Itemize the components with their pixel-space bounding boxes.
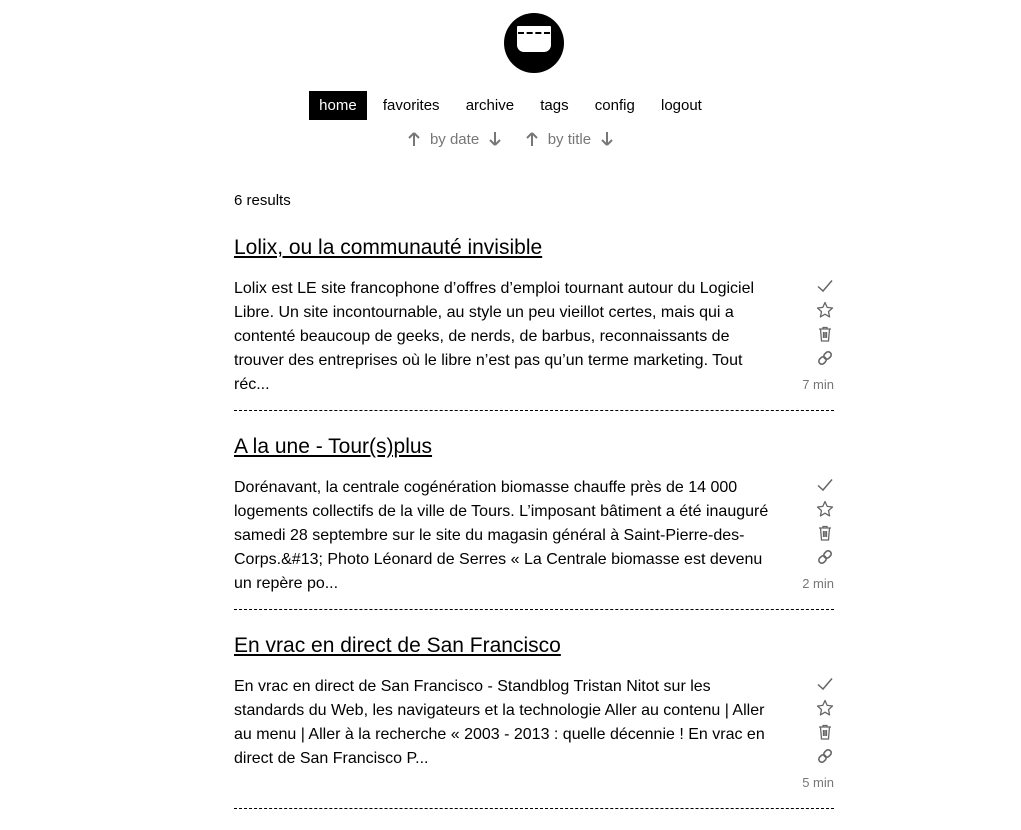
entry: Lolix, ou la communauté invisible Lolix … [234,233,834,432]
results-count: 6 results [234,192,291,209]
entry-title[interactable]: A la une - Tour(s)plus [234,432,834,460]
nav-logout[interactable]: logout [651,91,712,120]
entry-divider [234,808,834,809]
sort-by-date: by date [406,131,504,148]
entry-actions [812,675,834,771]
entry-title[interactable]: Lolix, ou la communauté invisible [234,233,834,261]
entry-actions [812,277,834,373]
entry-list: Lolix, ou la communauté invisible Lolix … [234,233,834,830]
reading-time: 2 min [802,576,834,591]
entry-title[interactable]: En vrac en direct de San Francisco [234,631,834,659]
logo-pocket-shape [517,26,551,52]
link-icon[interactable] [816,747,834,765]
pocket-logo-icon[interactable] [504,13,564,73]
check-icon[interactable] [816,675,834,693]
entry-divider [234,609,834,610]
star-icon[interactable] [816,301,834,319]
arrow-down-icon[interactable] [599,131,615,147]
nav-favorites[interactable]: favorites [373,91,450,120]
main-nav: home favorites archive tags config logou… [0,91,1021,120]
entry-excerpt: En vrac en direct de San Francisco - Sta… [234,678,765,767]
entry-divider [234,410,834,411]
entry: A la une - Tour(s)plus Dorénavant, la ce… [234,432,834,631]
nav-config[interactable]: config [585,91,645,120]
star-icon[interactable] [816,500,834,518]
entry-actions [812,476,834,572]
logo-dash-line [518,32,550,34]
trash-icon[interactable] [816,723,834,741]
arrow-up-icon[interactable] [524,131,540,147]
check-icon[interactable] [816,476,834,494]
nav-tags[interactable]: tags [530,91,578,120]
link-icon[interactable] [816,548,834,566]
arrow-down-icon[interactable] [487,131,503,147]
link-icon[interactable] [816,349,834,367]
nav-archive[interactable]: archive [456,91,524,120]
sort-by-title-label: by title [547,131,592,148]
reading-time: 7 min [802,377,834,392]
entry: En vrac en direct de San Francisco En vr… [234,631,834,830]
arrow-up-icon[interactable] [406,131,422,147]
reading-time: 5 min [802,775,834,790]
trash-icon[interactable] [816,325,834,343]
entry-excerpt: Lolix est LE site francophone d’offres d… [234,280,755,393]
sort-bar: by date by title [0,131,1021,148]
check-icon[interactable] [816,277,834,295]
sort-by-title: by title [524,131,616,148]
nav-home[interactable]: home [309,91,367,120]
entry-excerpt: Dorénavant, la centrale cogénération bio… [234,479,769,592]
star-icon[interactable] [816,699,834,717]
sort-by-date-label: by date [429,131,480,148]
trash-icon[interactable] [816,524,834,542]
